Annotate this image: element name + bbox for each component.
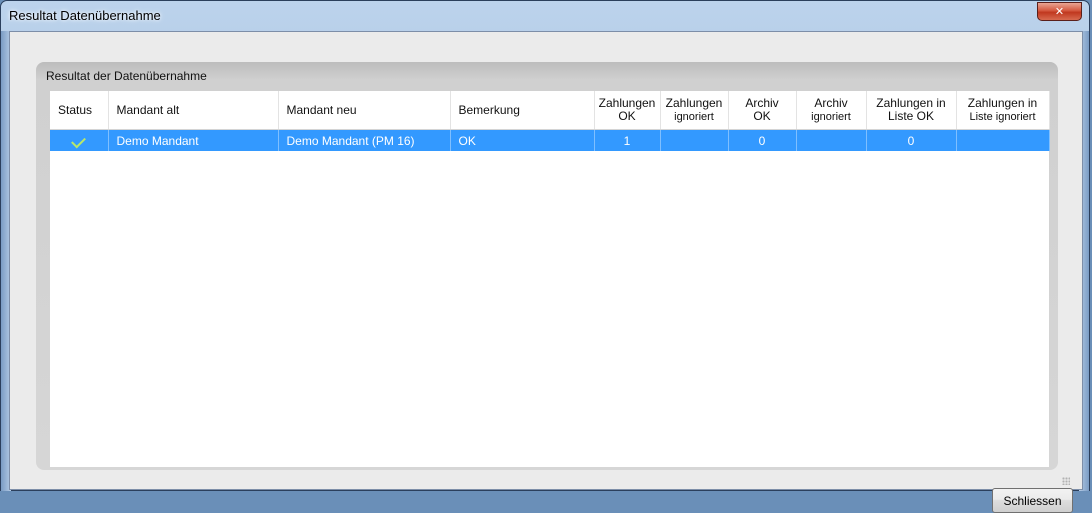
column-header-zahlungen-ok[interactable]: Zahlungen OK xyxy=(594,91,661,130)
mandant-alt-cell: Demo Mandant xyxy=(108,129,279,151)
column-header-mandant-neu[interactable]: Mandant neu xyxy=(278,91,451,130)
liste-ignoriert-cell xyxy=(956,129,1050,151)
archiv-ok-cell: 0 xyxy=(728,129,797,151)
result-table: Status Mandant alt Mandant neu Bemerkung… xyxy=(50,91,1050,151)
table-row[interactable]: Demo Mandant Demo Mandant (PM 16) OK 1 0… xyxy=(50,129,1050,151)
zahlungen-ignoriert-cell xyxy=(660,129,729,151)
table-header-row: Status Mandant alt Mandant neu Bemerkung… xyxy=(50,91,1050,130)
status-cell xyxy=(50,129,109,151)
close-icon: ✕ xyxy=(1054,5,1065,18)
group-title: Resultat der Datenübernahme xyxy=(46,69,207,83)
column-header-zahlungen-ignoriert[interactable]: Zahlungen ignoriert xyxy=(660,91,729,130)
column-header-liste-ok[interactable]: Zahlungen in Liste OK xyxy=(866,91,957,130)
column-header-archiv-ok[interactable]: Archiv OK xyxy=(728,91,797,130)
mandant-neu-cell: Demo Mandant (PM 16) xyxy=(278,129,451,151)
column-header-liste-ignoriert[interactable]: Zahlungen in Liste ignoriert xyxy=(956,91,1050,130)
bemerkung-cell: OK xyxy=(450,129,595,151)
resize-grip[interactable] xyxy=(1062,477,1070,485)
zahlungen-ok-cell: 1 xyxy=(594,129,661,151)
schliessen-button[interactable]: Schliessen xyxy=(992,488,1073,513)
result-group-box: Resultat der Datenübernahme Status Manda… xyxy=(36,62,1058,470)
window-close-button[interactable]: ✕ xyxy=(1037,2,1082,21)
column-header-mandant-alt[interactable]: Mandant alt xyxy=(108,91,279,130)
title-bar[interactable]: Resultat Datenübernahme ✕ xyxy=(1,1,1089,31)
result-table-container[interactable]: Status Mandant alt Mandant neu Bemerkung… xyxy=(50,91,1050,467)
column-header-archiv-ignoriert[interactable]: Archiv ignoriert xyxy=(796,91,867,130)
window-title: Resultat Datenübernahme xyxy=(9,8,161,23)
check-icon xyxy=(71,133,87,148)
archiv-ignoriert-cell xyxy=(796,129,867,151)
dialog-client-area: Resultat der Datenübernahme Status Manda… xyxy=(9,31,1083,513)
column-header-bemerkung[interactable]: Bemerkung xyxy=(450,91,595,130)
dialog-window: Resultat Datenübernahme ✕ Resultat der D… xyxy=(0,0,1090,513)
liste-ok-cell: 0 xyxy=(866,129,957,151)
column-header-status[interactable]: Status xyxy=(50,91,109,130)
